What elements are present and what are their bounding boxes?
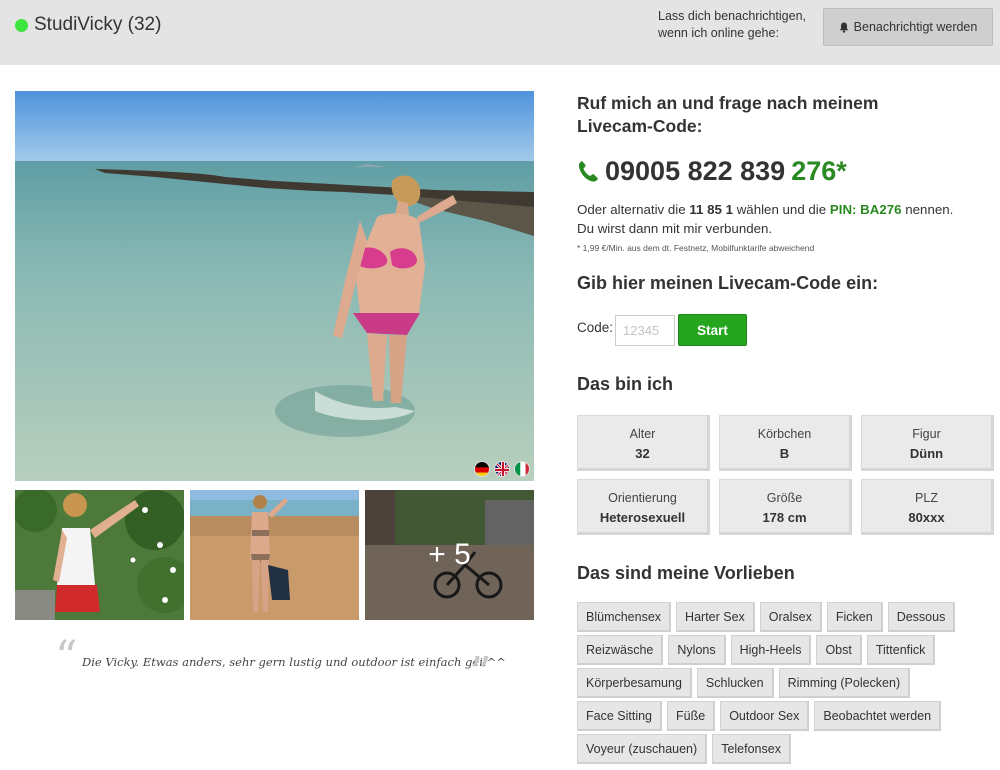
close-quote-icon: ” xyxy=(469,648,492,699)
about-heading: Das bin ich xyxy=(577,374,674,394)
preference-tag[interactable]: Rimming (Polecken) xyxy=(778,668,911,698)
code-heading: Gib hier meinen Livecam-Code ein: xyxy=(577,273,879,293)
call-heading: Ruf mich an und frage nach meinem Liveca… xyxy=(577,93,879,136)
profile-name-age: StudiVicky (32) xyxy=(34,14,162,35)
attribute-label: PLZ xyxy=(915,491,938,505)
german-flag-icon xyxy=(474,461,490,477)
attribute-label: Alter xyxy=(629,427,656,441)
attribute-card: Körbchen B xyxy=(719,415,852,471)
phone-number: 09005 822 839 xyxy=(605,155,786,186)
code-input[interactable] xyxy=(615,315,675,346)
notify-line-2: wenn ich online gehe: xyxy=(658,26,779,40)
attribute-card: Größe 178 cm xyxy=(719,479,852,535)
language-flags xyxy=(474,461,530,477)
alternative-dial-text: Oder alternativ die 11 85 1 wählen und d… xyxy=(577,200,977,238)
attribute-value: Heterosexuell xyxy=(599,510,686,525)
more-photos-count: + 5 xyxy=(365,490,534,620)
attribute-value: 178 cm xyxy=(762,510,807,525)
preference-tag[interactable]: Outdoor Sex xyxy=(720,701,810,731)
top-bar: StudiVicky (32) Lass dich benachrichtige… xyxy=(0,0,1000,65)
attribute-card: Alter 32 xyxy=(577,415,710,471)
attribute-value: 80xxx xyxy=(908,510,945,525)
preferences-tags: Blümchensex Harter Sex Oralsex Ficken Dessou… xyxy=(577,602,987,764)
preference-tag[interactable]: Reizwäsche xyxy=(577,635,664,665)
attribute-value: Dünn xyxy=(909,446,944,461)
phone-number-row[interactable]: 09005 822 839 276* xyxy=(577,153,847,189)
preference-tag[interactable]: Schlucken xyxy=(696,668,774,698)
preference-tag[interactable]: High-Heels xyxy=(730,635,812,665)
preference-tag[interactable]: Blümchensex xyxy=(577,602,672,632)
preference-tag[interactable]: Beobachtet werden xyxy=(814,701,942,731)
alt-prefix: Oder alternativ die xyxy=(577,202,686,217)
main-profile-photo[interactable] xyxy=(15,91,534,481)
start-button[interactable]: Start xyxy=(678,314,747,346)
alt-line-2: Du wirst dann mit mir verbunden. xyxy=(577,221,773,236)
preferences-heading: Das sind meine Vorlieben xyxy=(577,563,795,583)
preference-tag[interactable]: Dessous xyxy=(887,602,956,632)
preference-tag[interactable]: Harter Sex xyxy=(676,602,755,632)
preference-tag[interactable]: Ficken xyxy=(826,602,883,632)
open-quote-icon: “ xyxy=(55,632,78,683)
pin-code: PIN: BA276 xyxy=(829,202,902,217)
preference-tag[interactable]: Obst xyxy=(816,635,862,665)
preference-tag[interactable]: Face Sitting xyxy=(577,701,663,731)
gallery-thumbnail[interactable] xyxy=(15,490,184,620)
italian-flag-icon xyxy=(514,461,530,477)
alt-suffix: nennen. xyxy=(905,202,954,217)
preference-tag[interactable]: Oralsex xyxy=(759,602,822,632)
attribute-label: Körbchen xyxy=(757,427,812,441)
attribute-label: Größe xyxy=(766,491,803,505)
phone-extension: 276* xyxy=(791,155,847,186)
code-label: Code: xyxy=(577,320,614,335)
attribute-card: Orientierung Heterosexuell xyxy=(577,479,710,535)
preference-tag[interactable]: Tittenfick xyxy=(866,635,936,665)
alt-middle: wählen und die xyxy=(736,202,827,217)
preference-tag[interactable]: Körperbesamung xyxy=(577,668,692,698)
preference-tag[interactable]: Voyeur (zuschauen) xyxy=(577,734,708,764)
quote-text: Die Vicky. Etwas anders, sehr gern lusti… xyxy=(82,655,506,669)
notify-description: Lass dich benachrichtigen, wenn ich onli… xyxy=(658,8,806,42)
attribute-value: B xyxy=(779,446,790,461)
notify-button[interactable]: Benachrichtigt werden xyxy=(823,8,993,46)
price-fine-print: * 1,99 €/Min. aus dem dt. Festnetz, Mobi… xyxy=(577,243,815,253)
bell-icon xyxy=(839,22,848,33)
gallery-thumbnail-more[interactable]: + 5 xyxy=(365,490,534,620)
attribute-card: Figur Dünn xyxy=(861,415,994,471)
attributes-grid: Alter 32 Körbchen B Figur Dünn Orientierung Het… xyxy=(577,415,997,535)
gallery-thumbnail[interactable] xyxy=(190,490,359,620)
uk-flag-icon xyxy=(494,461,510,477)
attribute-label: Figur xyxy=(912,427,941,441)
preference-tag[interactable]: Telefonsex xyxy=(712,734,791,764)
profile-quote: “ Die Vicky. Etwas anders, sehr gern lus… xyxy=(55,632,506,696)
attribute-value: 32 xyxy=(635,446,650,461)
attribute-card: PLZ 80xxx xyxy=(861,479,994,535)
notify-button-label: Benachrichtigt werden xyxy=(853,20,978,34)
notify-line-1: Lass dich benachrichtigen, xyxy=(658,9,807,23)
preference-tag[interactable]: Füße xyxy=(667,701,716,731)
attribute-label: Orientierung xyxy=(608,491,677,505)
phone-icon xyxy=(578,161,598,182)
alt-number: 11 85 1 xyxy=(689,202,733,217)
online-status-icon xyxy=(15,19,28,32)
preference-tag[interactable]: Nylons xyxy=(668,635,726,665)
